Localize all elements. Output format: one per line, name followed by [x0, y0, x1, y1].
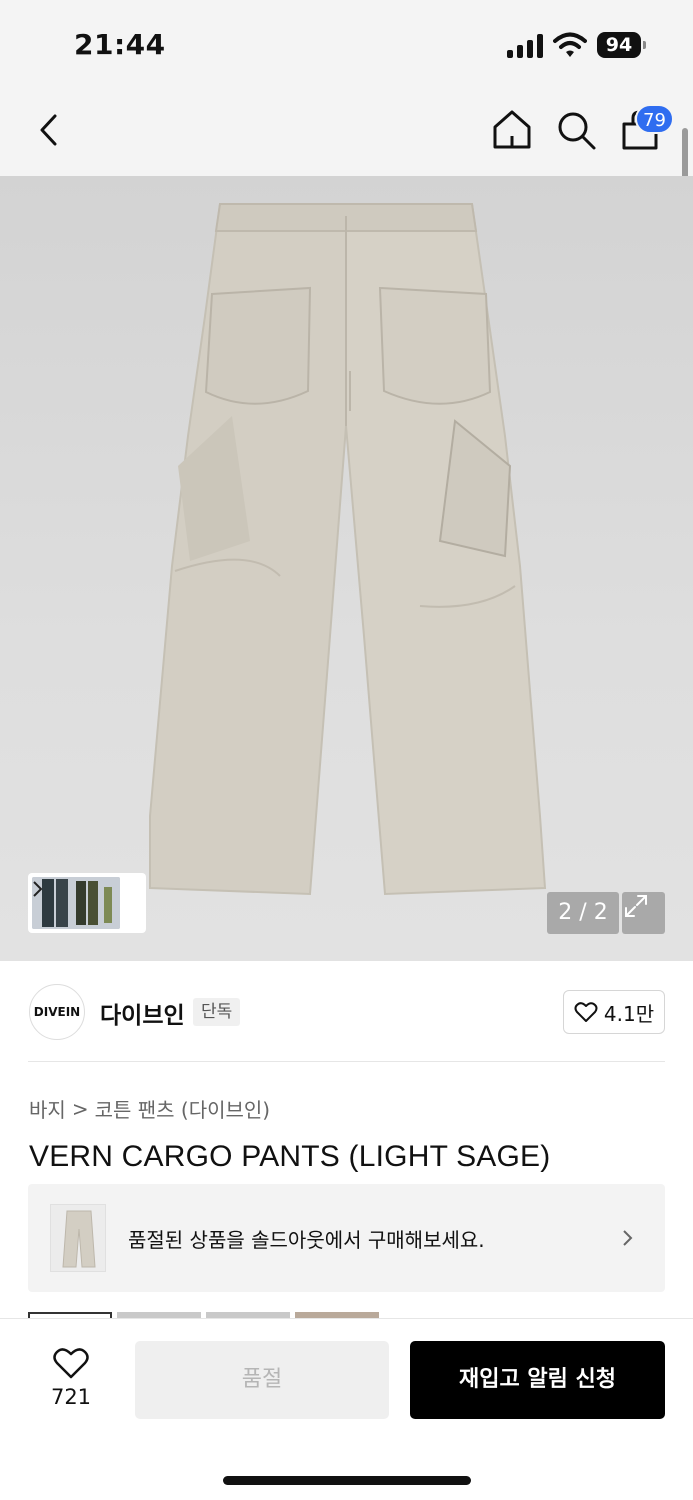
wifi-icon [553, 32, 587, 58]
product-title: VERN CARGO PANTS (LIGHT SAGE) [29, 1140, 551, 1173]
image-counter: 2 / 2 [547, 892, 619, 934]
wishlist-count: 721 [50, 1385, 92, 1409]
breadcrumb-subcategory[interactable]: 코튼 팬츠 (다이브인) [95, 1094, 271, 1123]
battery-icon: 94 [597, 32, 647, 58]
brand-name[interactable]: 다이브인 [100, 996, 185, 1030]
purchase-bar: 721 품절 재입고 알림 신청 [0, 1318, 693, 1500]
status-time: 21:44 [74, 28, 166, 61]
brand-logo[interactable]: DIVEIN [29, 984, 85, 1040]
status-bar: 21:44 94 [0, 0, 693, 90]
heart-icon [574, 1002, 598, 1022]
cart-count-badge: 79 [635, 104, 674, 134]
banner-product-thumbnail [50, 1204, 106, 1272]
back-button[interactable] [28, 108, 72, 152]
search-icon [558, 112, 596, 150]
divider [28, 1061, 665, 1062]
home-indicator [223, 1476, 471, 1485]
breadcrumb: 바지 > 코튼 팬츠 (다이브인) [29, 1094, 270, 1123]
expand-icon [625, 895, 647, 917]
restock-alert-button[interactable]: 재입고 알림 신청 [410, 1341, 665, 1419]
product-image-gallery[interactable]: 2 / 2 [0, 176, 693, 961]
chevron-right-icon [623, 1230, 633, 1246]
breadcrumb-category[interactable]: 바지 [29, 1094, 66, 1123]
signal-icon [507, 34, 543, 58]
breadcrumb-separator: > [71, 1096, 89, 1121]
top-nav [0, 90, 693, 176]
home-button[interactable] [488, 106, 536, 154]
back-icon [40, 114, 57, 146]
brand-like-count: 4.1만 [603, 1001, 655, 1026]
exclusive-badge: 단독 [193, 998, 241, 1026]
banner-text: 품절된 상품을 솔드아웃에서 구매해보세요. [128, 1228, 485, 1252]
battery-level: 94 [597, 32, 641, 58]
soldout-button: 품절 [135, 1341, 389, 1419]
soldout-resale-banner[interactable]: 품절된 상품을 솔드아웃에서 구매해보세요. [28, 1184, 665, 1292]
home-icon [493, 110, 531, 149]
search-button[interactable] [552, 106, 600, 154]
brand-like-button[interactable]: 4.1만 [563, 990, 665, 1034]
heart-icon [53, 1348, 89, 1379]
product-image [149, 202, 547, 896]
chevron-right-icon [33, 881, 43, 897]
thumbnail-strip[interactable] [28, 873, 146, 933]
expand-image-button[interactable] [622, 892, 665, 934]
